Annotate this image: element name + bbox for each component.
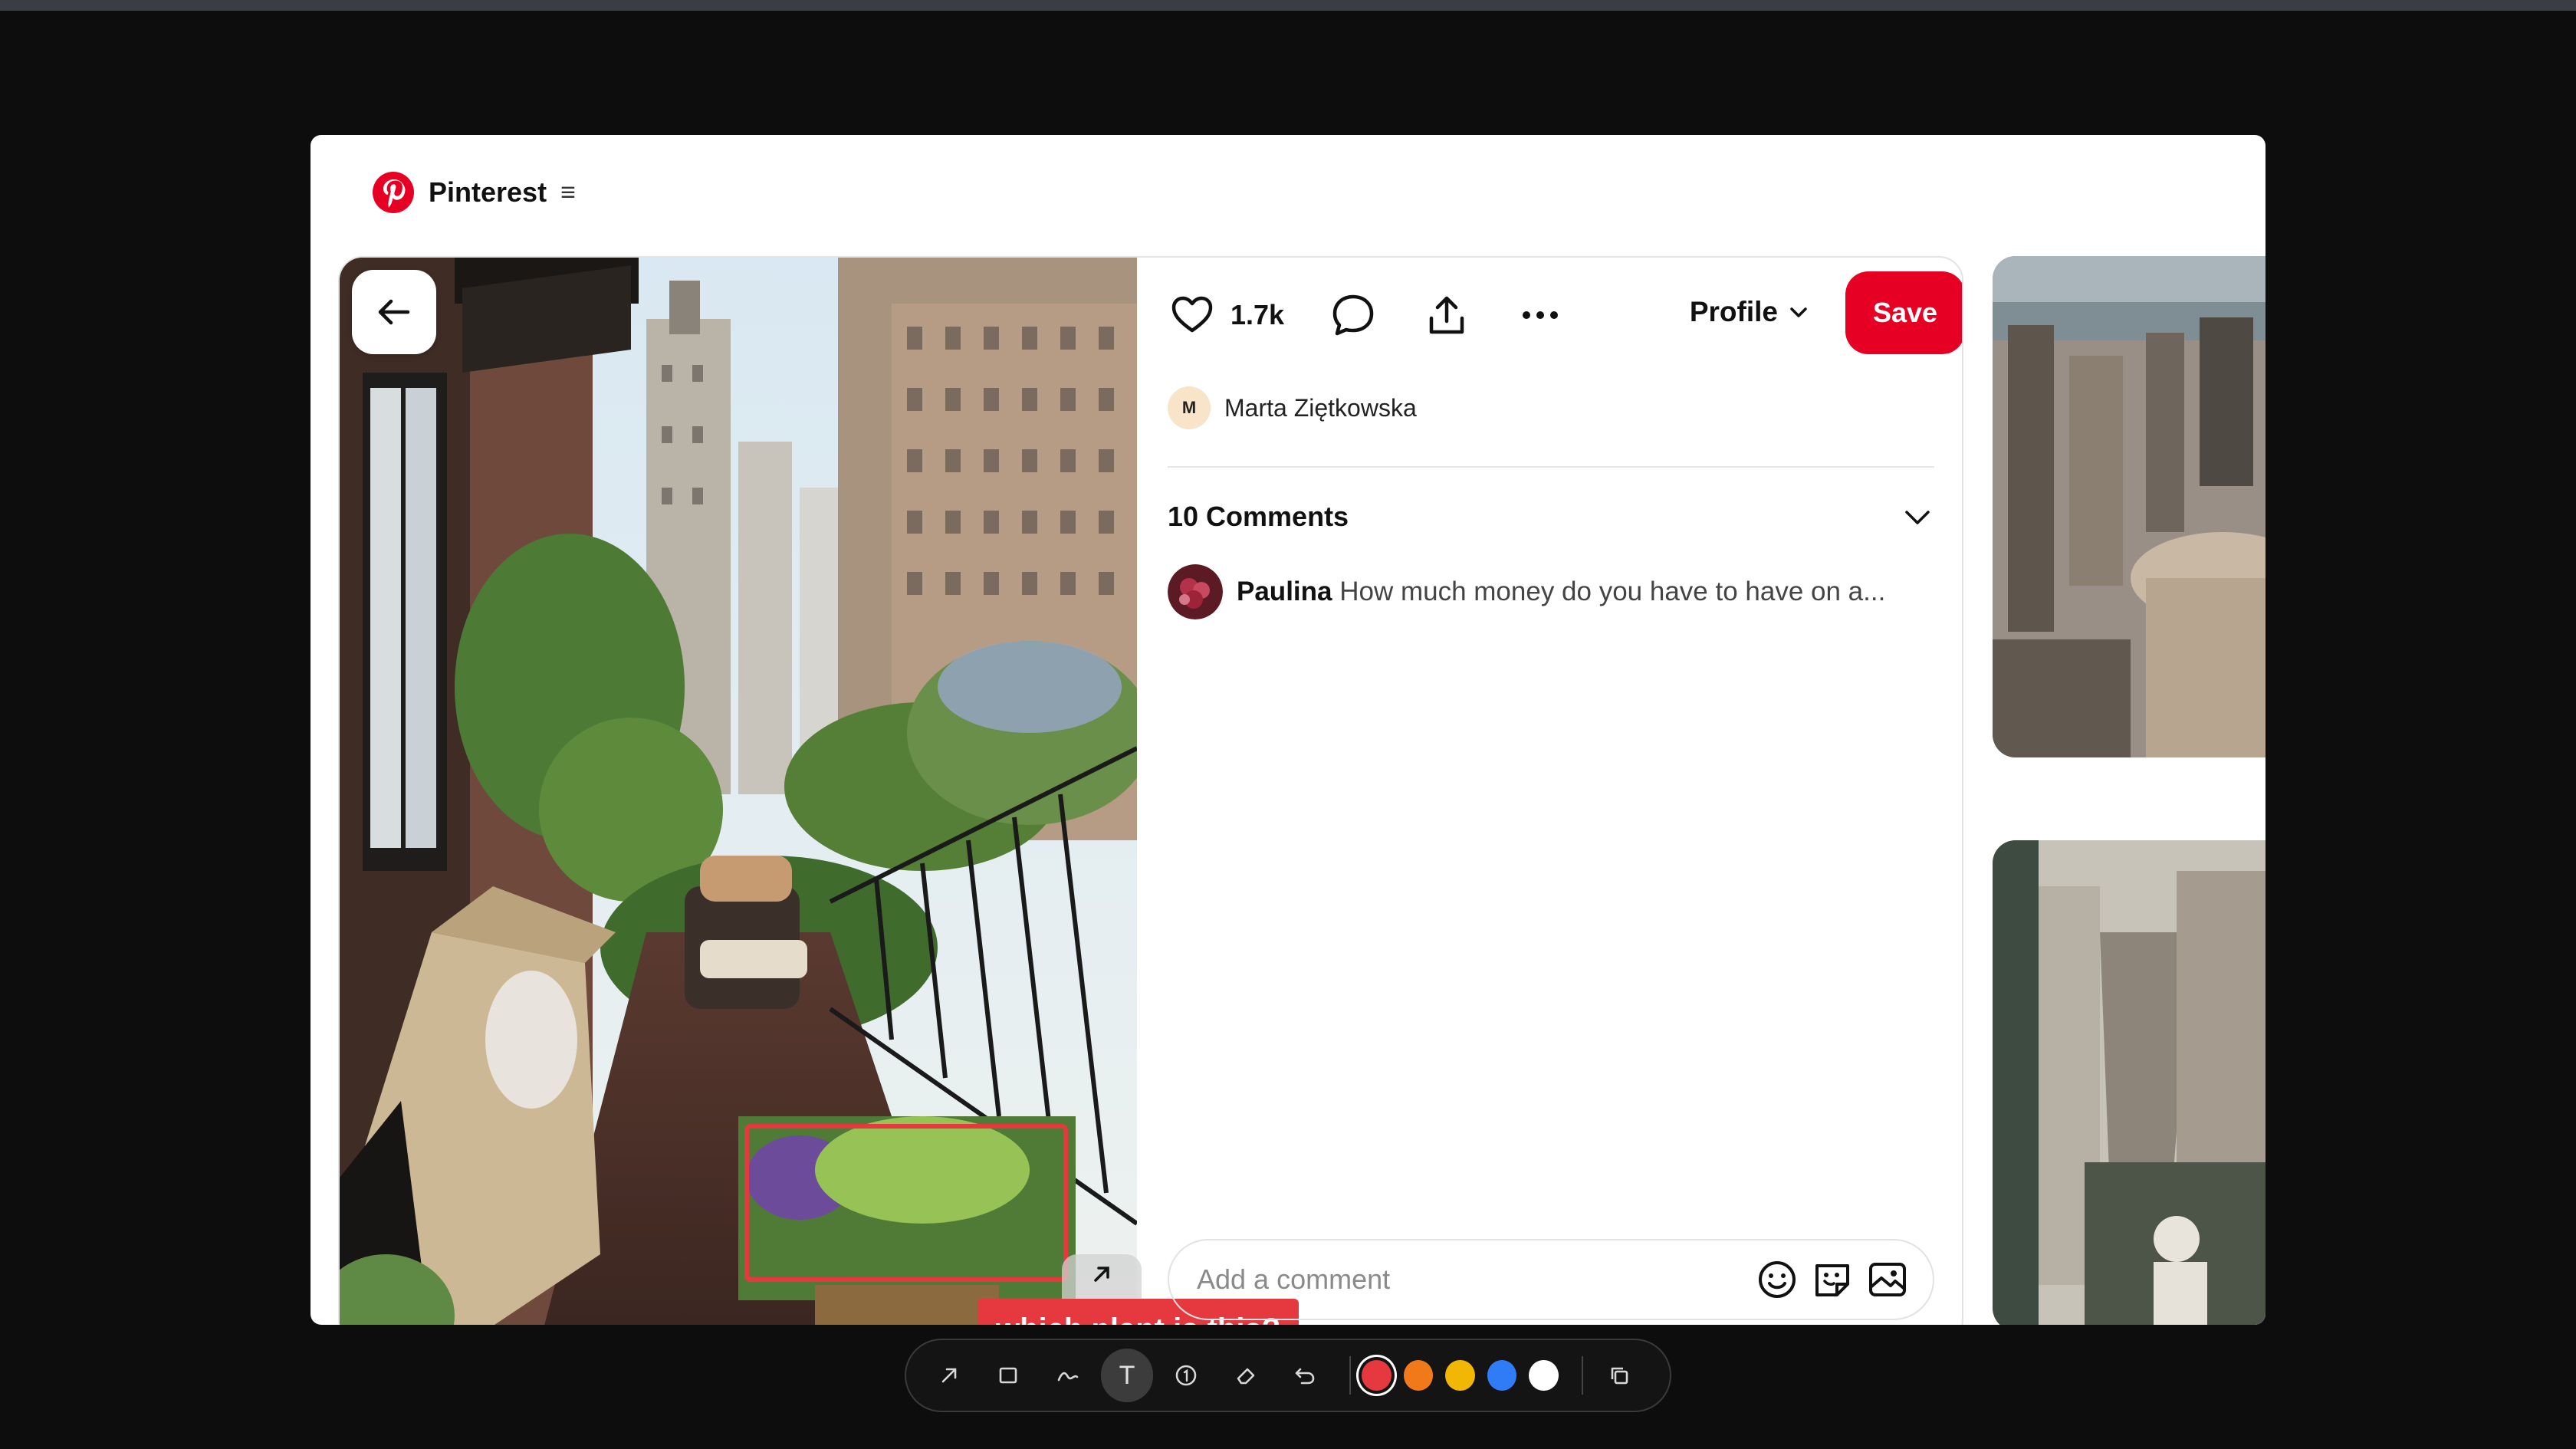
comments-title: 10 Comments — [1168, 501, 1349, 532]
numbered-circle-icon — [1176, 1365, 1197, 1386]
color-swatch-white[interactable] — [1529, 1360, 1559, 1391]
expand-icon — [1094, 1267, 1109, 1282]
add-comment-field[interactable]: Add a comment — [1168, 1239, 1934, 1320]
rectangle-icon — [999, 1367, 1017, 1384]
chevron-down-icon[interactable] — [1901, 500, 1934, 534]
color-swatch-orange[interactable] — [1403, 1360, 1434, 1391]
like-button[interactable] — [1168, 291, 1217, 340]
color-swatch-blue[interactable] — [1487, 1360, 1517, 1391]
brand-header: Pinterest ≡ — [372, 166, 576, 219]
more-icon — [1523, 311, 1559, 319]
pinterest-logo-icon[interactable] — [372, 171, 415, 214]
brand-name[interactable]: Pinterest — [429, 176, 547, 209]
comment-item[interactable]: Paulina How much money do you have to ha… — [1168, 564, 1934, 619]
emoji-icon — [1759, 1261, 1796, 1298]
related-pin-office-view[interactable] — [1993, 840, 2266, 1325]
color-swatch-red[interactable] — [1361, 1360, 1392, 1391]
related-pin-image — [1993, 840, 2266, 1325]
annotation-toolbar: T — [905, 1339, 1671, 1412]
like-count: 1.7k — [1230, 299, 1285, 330]
share-icon — [1429, 296, 1464, 334]
browser-window: Pinterest ≡ 1.7k Profile Save M Marta Zi… — [310, 135, 2266, 1325]
toolbar-separator — [1581, 1356, 1583, 1395]
back-arrow-icon — [378, 299, 410, 325]
copy-button[interactable] — [1594, 1349, 1645, 1402]
text-tool[interactable]: T — [1101, 1349, 1153, 1402]
comment-text: Paulina How much money do you have to ha… — [1237, 577, 1885, 607]
comment-body: How much money do you have to have on a.… — [1339, 577, 1886, 606]
comment-icon — [1332, 294, 1374, 336]
number-tool[interactable] — [1161, 1349, 1212, 1402]
divider — [1168, 466, 1934, 468]
annotation-rectangle[interactable] — [744, 1124, 1068, 1282]
author-avatar[interactable]: M — [1168, 386, 1211, 429]
pin-author[interactable]: M Marta Ziętkowska — [1168, 386, 1417, 429]
comment-placeholder[interactable]: Add a comment — [1197, 1263, 1744, 1296]
text-tool-icon: T — [1119, 1360, 1135, 1390]
image-upload-button[interactable] — [1865, 1257, 1910, 1302]
related-pin-aerial-city[interactable] — [1993, 256, 2266, 757]
pin-details-pane: 1.7k Profile Save M Marta Ziętkowska 10 … — [1168, 258, 1962, 1325]
image-icon — [1869, 1263, 1906, 1296]
comment-button[interactable] — [1329, 291, 1378, 340]
share-button[interactable] — [1422, 291, 1471, 340]
more-options-button[interactable] — [1516, 291, 1565, 340]
freehand-tool[interactable] — [1042, 1349, 1093, 1402]
undo-icon — [1296, 1368, 1315, 1385]
sticker-button[interactable] — [1810, 1257, 1855, 1302]
profile-label: Profile — [1689, 296, 1778, 327]
commenter-avatar[interactable] — [1168, 564, 1223, 619]
eraser-tool[interactable] — [1220, 1349, 1271, 1402]
chevron-down-icon — [1790, 307, 1807, 317]
undo-button[interactable] — [1280, 1349, 1331, 1402]
window-top-strip — [0, 0, 2576, 11]
hamburger-menu-icon[interactable]: ≡ — [560, 179, 576, 205]
copy-icon — [1611, 1367, 1628, 1385]
eraser-icon — [1237, 1368, 1255, 1385]
rectangle-tool[interactable] — [982, 1349, 1033, 1402]
profile-dropdown[interactable]: Profile — [1690, 285, 1812, 339]
sticker-icon — [1815, 1264, 1849, 1296]
save-button[interactable]: Save — [1845, 271, 1962, 354]
heart-icon — [1171, 296, 1213, 333]
toolbar-separator — [1349, 1356, 1351, 1395]
arrow-icon — [941, 1368, 957, 1383]
related-pin-image — [1993, 256, 2266, 757]
emoji-button[interactable] — [1755, 1257, 1799, 1302]
comments-header[interactable]: 10 Comments — [1168, 494, 1934, 540]
arrow-tool[interactable] — [923, 1349, 974, 1402]
color-swatch-yellow[interactable] — [1445, 1360, 1475, 1391]
author-name[interactable]: Marta Ziętkowska — [1224, 394, 1417, 422]
back-button[interactable] — [352, 270, 436, 354]
pin-closeup-card: which plant is this? 1.7k — [338, 256, 1963, 1325]
pin-action-bar: 1.7k — [1168, 273, 1934, 357]
expand-button[interactable] — [1062, 1254, 1142, 1300]
comment-username[interactable]: Paulina — [1237, 577, 1332, 606]
pen-scribble-icon — [1057, 1372, 1078, 1382]
